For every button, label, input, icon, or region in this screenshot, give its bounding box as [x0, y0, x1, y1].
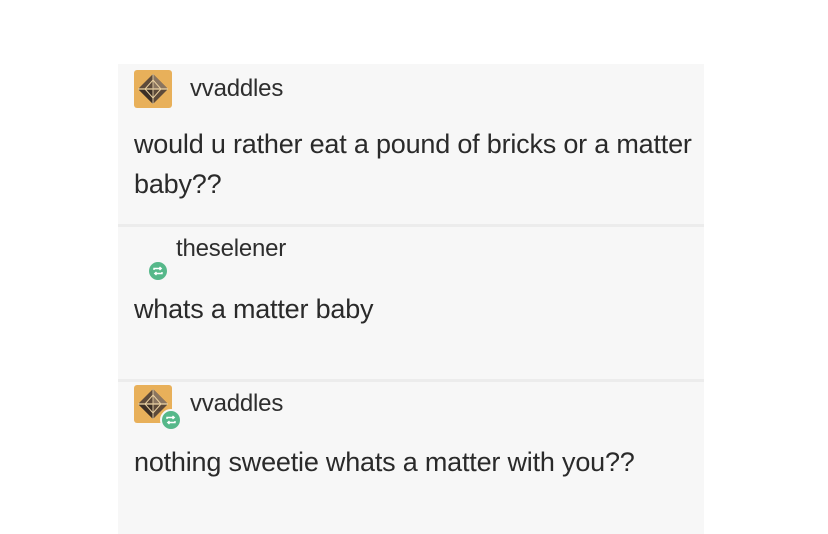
reblog-icon — [147, 260, 169, 282]
post-header: vvaddles — [134, 70, 283, 108]
post-header: vvaddles — [134, 385, 283, 431]
diamond-avatar-icon — [134, 70, 172, 108]
reblog-icon — [160, 409, 182, 431]
avatar[interactable] — [134, 385, 182, 431]
post: vvaddles nothing sweetie whats a matter … — [118, 382, 704, 534]
post-text: nothing sweetie whats a matter with you?… — [134, 447, 635, 477]
reblog-thread: vvaddles would u rather eat a pound of b… — [118, 64, 704, 534]
post-header: theselener — [134, 230, 286, 282]
avatar[interactable] — [134, 230, 172, 282]
avatar[interactable] — [134, 70, 172, 108]
username[interactable]: theselener — [176, 235, 286, 263]
post-text: whats a matter baby — [134, 294, 374, 324]
username[interactable]: vvaddles — [190, 390, 283, 418]
post-text: would u rather eat a pound of bricks or … — [134, 129, 692, 199]
post: vvaddles would u rather eat a pound of b… — [118, 64, 704, 224]
post: theselener whats a matter baby — [118, 227, 704, 379]
username[interactable]: vvaddles — [190, 75, 283, 103]
